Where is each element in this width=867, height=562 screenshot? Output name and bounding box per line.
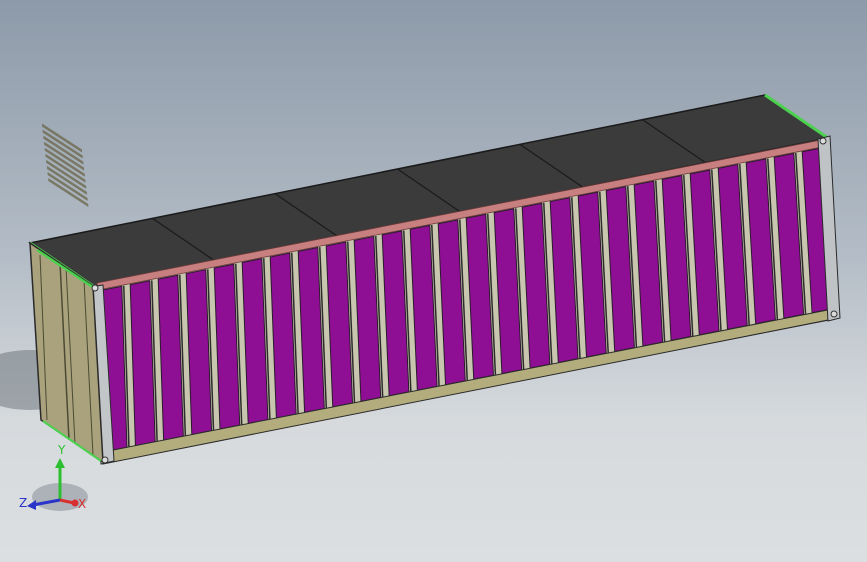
triad-z-arrow-icon [27,500,36,510]
door-locking-bars [42,123,89,207]
corner-casting [830,310,838,318]
triad-z-label: Z [19,496,27,510]
corner-casting [819,137,827,145]
shipping-container-model[interactable] [28,93,841,465]
corner-casting [91,284,99,292]
triad-y-arrow-icon [55,458,65,468]
triad-y-label: Y [57,443,66,457]
orientation-triad[interactable]: Y Z X [19,443,88,511]
corner-casting [101,456,109,464]
triad-x-label: X [78,497,86,511]
graphics-viewport[interactable]: Y Z X [0,0,867,562]
model-canvas[interactable]: Y Z X [0,0,867,562]
